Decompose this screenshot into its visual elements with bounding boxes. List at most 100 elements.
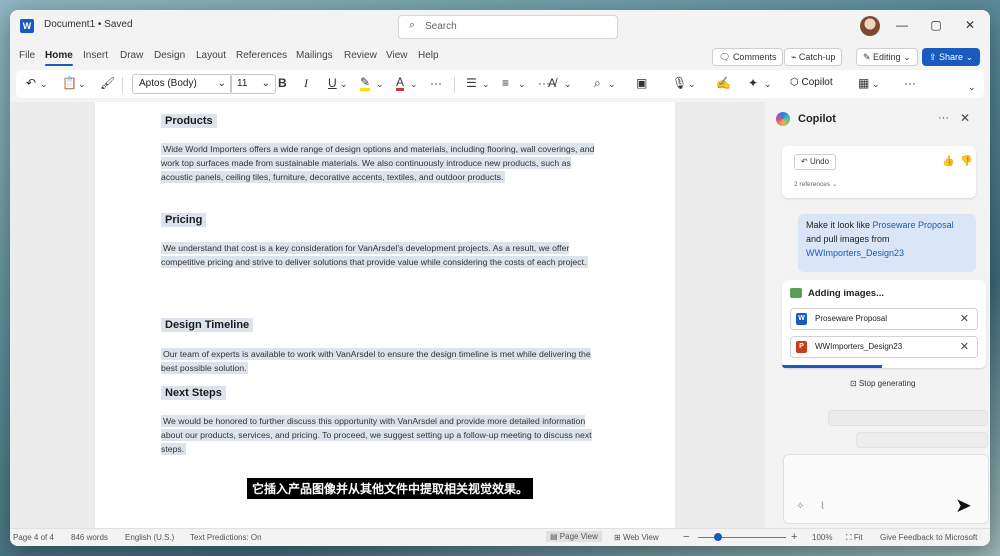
font-size-select[interactable]: 11 ⌄: [230, 74, 276, 94]
fit-icon: ⛶: [846, 533, 854, 542]
text-predictions-status[interactable]: Text Predictions: On: [190, 533, 262, 542]
styles-icon[interactable]: A̸: [548, 76, 556, 90]
undo-dropdown-icon[interactable]: ⌄: [40, 79, 48, 90]
font-color-icon[interactable]: A: [396, 76, 405, 91]
zoom-slider-thumb[interactable]: [714, 533, 722, 541]
zoom-in-button[interactable]: +: [791, 531, 797, 543]
highlight-icon[interactable]: ✎: [360, 76, 371, 91]
document-title[interactable]: Document1 • Saved: [44, 19, 133, 30]
toolbar-divider: [122, 77, 123, 93]
tab-help[interactable]: Help: [418, 50, 439, 61]
editor-icon[interactable]: ✍: [716, 76, 731, 90]
format-painter-icon[interactable]: 🖌: [100, 76, 115, 90]
more-font-icon[interactable]: ···: [430, 76, 442, 90]
maximize-button[interactable]: ▢: [928, 18, 944, 32]
tab-layout[interactable]: Layout: [196, 50, 226, 61]
zoom-out-button[interactable]: −: [683, 531, 689, 543]
share-button[interactable]: ⇪ Share ⌄: [922, 48, 981, 66]
page-count[interactable]: Page 4 of 4: [13, 533, 54, 542]
word-file-icon: W: [796, 313, 807, 325]
page-view-button[interactable]: ▤ Page View: [546, 531, 602, 542]
language-status[interactable]: English (U.S.): [125, 533, 174, 542]
web-view-button[interactable]: ⊞ Web View: [614, 533, 659, 542]
paste-icon[interactable]: 📋: [62, 76, 77, 90]
catchup-button[interactable]: ⌁ Catch-up: [784, 48, 843, 66]
dictate-dropdown-icon[interactable]: ⌄: [688, 79, 696, 90]
tab-references[interactable]: References: [236, 50, 287, 61]
more-options-icon[interactable]: ···: [904, 76, 916, 90]
wwimporters-link[interactable]: WWImporters_Design23: [806, 248, 904, 258]
tab-design[interactable]: Design: [154, 50, 185, 61]
font-name-select[interactable]: Aptos (Body) ⌄: [132, 74, 232, 94]
undo-button[interactable]: ↶ Undo: [794, 154, 837, 170]
paste-dropdown-icon[interactable]: ⌄: [78, 79, 86, 90]
chevron-down-icon: ⌄: [831, 181, 838, 188]
stop-generating-button[interactable]: ⊡ Stop generating: [850, 379, 915, 388]
remove-file-icon[interactable]: ✕: [960, 340, 969, 353]
align-dropdown-icon[interactable]: ⌄: [518, 79, 526, 90]
tab-home[interactable]: Home: [45, 50, 73, 66]
styles-dropdown-icon[interactable]: ⌄: [564, 79, 572, 90]
catchup-label: Catch-up: [798, 52, 836, 62]
bullets-icon[interactable]: ☰: [466, 76, 477, 90]
ribbon-expand-icon[interactable]: ⌄: [968, 82, 976, 93]
font-size-value: 11: [237, 78, 248, 89]
copilot-pane-title: Copilot: [798, 113, 836, 125]
fit-button[interactable]: ⛶ Fit: [846, 533, 863, 543]
tab-mailings[interactable]: Mailings: [296, 50, 333, 61]
underline-button[interactable]: U: [328, 76, 337, 90]
file-name: Proseware Proposal: [815, 314, 888, 323]
table-dropdown-icon[interactable]: ⌄: [872, 79, 880, 90]
document-page[interactable]: Products Wide World Importers offers a w…: [95, 102, 675, 528]
font-color-dropdown-icon[interactable]: ⌄: [410, 79, 418, 90]
feedback-link[interactable]: Give Feedback to Microsoft: [880, 533, 977, 542]
word-count[interactable]: 846 words: [71, 533, 108, 542]
find-dropdown-icon[interactable]: ⌄: [608, 79, 616, 90]
highlight-dropdown-icon[interactable]: ⌄: [376, 79, 384, 90]
search-box[interactable]: ⌕ Search: [398, 15, 618, 39]
proseware-link[interactable]: Proseware Proposal: [873, 220, 954, 230]
editing-button[interactable]: ✎ Editing ⌄: [856, 48, 918, 66]
attach-icon[interactable]: ⌇: [820, 501, 825, 512]
tab-review[interactable]: Review: [344, 50, 377, 61]
thumbs-up-icon[interactable]: 👍: [942, 156, 954, 167]
progress-bar: [782, 365, 882, 368]
zoom-level[interactable]: 100%: [812, 533, 832, 542]
italic-button[interactable]: I: [304, 76, 308, 91]
designer-dropdown-icon[interactable]: ⌄: [764, 79, 772, 90]
word-window: W Document1 • Saved ⌕ Search — ▢ ✕ File …: [10, 10, 990, 546]
tab-file[interactable]: File: [19, 50, 35, 61]
bullets-dropdown-icon[interactable]: ⌄: [482, 79, 490, 90]
tab-draw[interactable]: Draw: [120, 50, 143, 61]
comments-button[interactable]: 🗨 Comments: [712, 48, 784, 66]
more-options-icon[interactable]: ···: [938, 112, 949, 124]
font-name-value: Aptos (Body): [139, 78, 197, 89]
sparkle-icon[interactable]: ✧: [796, 501, 804, 512]
underline-dropdown-icon[interactable]: ⌄: [340, 79, 348, 90]
file-chip[interactable]: P WWImporters_Design23 ✕: [790, 336, 978, 358]
section-heading: Pricing: [161, 213, 207, 227]
avatar[interactable]: [860, 16, 880, 36]
remove-file-icon[interactable]: ✕: [960, 312, 969, 325]
close-button[interactable]: ✕: [962, 18, 978, 32]
tab-view[interactable]: View: [386, 50, 408, 61]
file-chip[interactable]: W Proseware Proposal ✕: [790, 308, 978, 330]
zoom-slider[interactable]: [698, 537, 786, 538]
page-view-label: Page View: [559, 532, 598, 541]
sensitivity-icon[interactable]: ▣: [636, 76, 647, 90]
dictate-icon[interactable]: 🎙: [672, 76, 687, 90]
bold-button[interactable]: B: [278, 76, 287, 90]
copilot-button[interactable]: ⬡ Copilot: [784, 74, 844, 92]
designer-icon[interactable]: ✦: [748, 76, 758, 90]
find-icon[interactable]: ⌕: [594, 76, 601, 91]
thumbs-down-icon[interactable]: 👎: [960, 156, 972, 167]
references-toggle[interactable]: 2 references ⌄: [794, 180, 837, 188]
undo-icon[interactable]: ↶: [26, 76, 36, 90]
video-caption: 它插入产品图像并从其他文件中提取相关视觉效果。: [247, 478, 534, 499]
table-icon[interactable]: ▦: [858, 76, 869, 90]
image-icon: [790, 288, 802, 298]
minimize-button[interactable]: —: [894, 18, 910, 32]
align-icon[interactable]: ≡: [502, 76, 509, 90]
close-pane-icon[interactable]: ✕: [960, 111, 970, 125]
tab-insert[interactable]: Insert: [83, 50, 108, 61]
